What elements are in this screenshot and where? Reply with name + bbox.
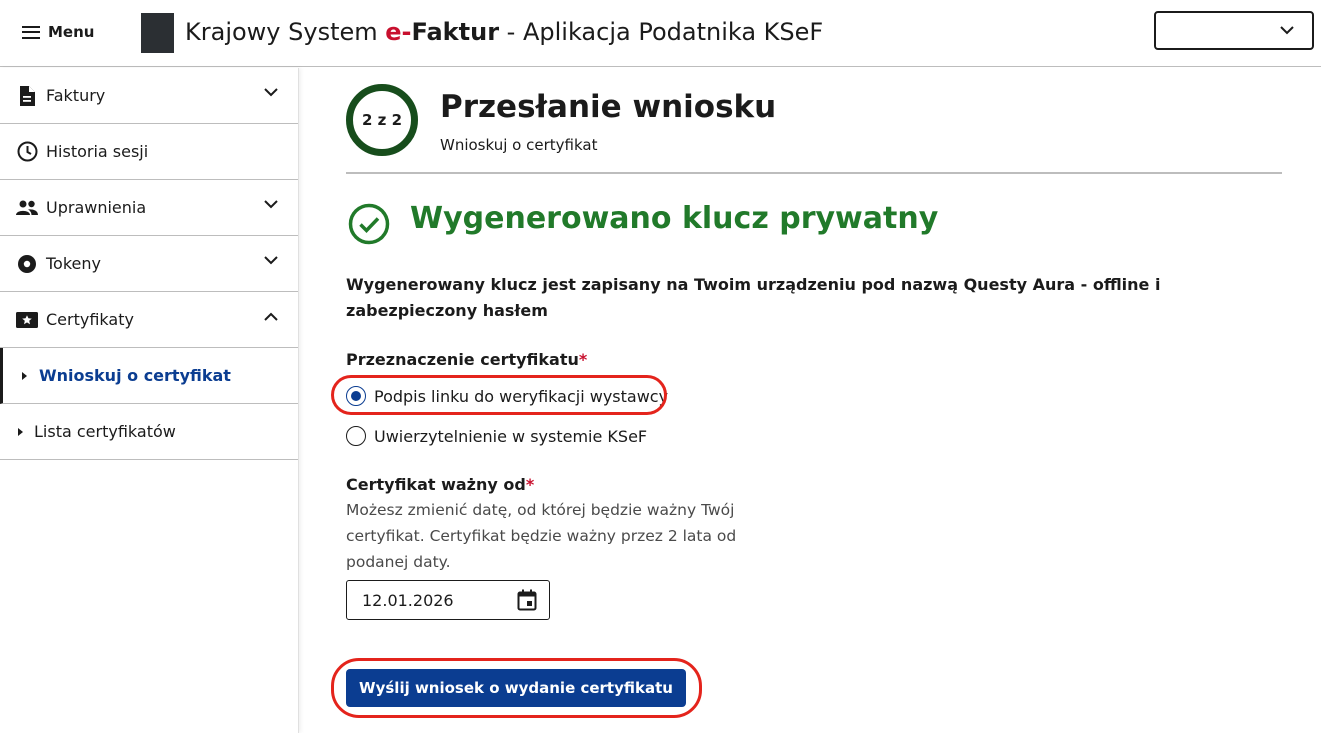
radio-label: Podpis linku do weryfikacji wystawcy [374, 386, 669, 406]
chevron-down-icon [264, 256, 278, 265]
app-title-brand-e: e- [385, 18, 412, 46]
valid-from-hint: Możesz zmienić datę, od której będzie wa… [346, 501, 737, 571]
submit-certificate-request-button[interactable]: Wyślij wniosek o wydanie certyfikatu [346, 669, 686, 707]
sidebar-item-faktury[interactable]: Faktury [0, 68, 298, 124]
page-subtitle: Wnioskuj o certyfikat [440, 136, 598, 154]
radio-label: Uwierzytelnienie w systemie KSeF [374, 426, 648, 446]
calendar-icon[interactable] [517, 589, 537, 611]
sidebar-subitem-lista-certyfikatow[interactable]: Lista certyfikatów [0, 404, 298, 460]
chevron-down-icon [264, 88, 278, 97]
sidebar-item-label: Uprawnienia [46, 198, 147, 217]
certificate-icon [16, 309, 38, 331]
sidebar-item-label: Tokeny [46, 254, 101, 273]
purpose-label: Przeznaczenie certyfikatu* [346, 350, 587, 369]
context-select[interactable] [1154, 11, 1314, 50]
chevron-down-icon [1280, 26, 1294, 35]
sidebar-item-label: Historia sesji [46, 142, 149, 161]
logo [141, 13, 174, 53]
purpose-label-text: Przeznaczenie certyfikatu [346, 350, 579, 369]
info-text: Wygenerowany klucz jest zapisany na Twoi… [346, 275, 1161, 320]
app-header: Menu Krajowy System e-Faktur - Aplikacja… [0, 0, 1321, 67]
disc-icon [16, 253, 38, 275]
people-icon [16, 197, 38, 219]
app-title-prefix: Krajowy System [185, 18, 386, 46]
purpose-option-signature[interactable]: Podpis linku do weryfikacji wystawcy [346, 385, 668, 407]
sidebar-subitem-label: Wnioskuj o certyfikat [39, 366, 231, 385]
clock-icon [16, 141, 38, 163]
divider [346, 172, 1282, 174]
radio-button[interactable] [346, 386, 366, 406]
app-title-brand-rest: Faktur [411, 18, 500, 46]
valid-from-label: Certyfikat ważny od* [346, 475, 534, 494]
valid-from-label-text: Certyfikat ważny od [346, 475, 526, 494]
sidebar: Faktury Historia sesji Uprawnienia Token… [0, 68, 299, 733]
chevron-up-icon [264, 312, 278, 321]
triangle-right-icon [18, 427, 23, 436]
sidebar-subitem-wnioskuj-o-certyfikat[interactable]: Wnioskuj o certyfikat [0, 348, 298, 404]
check-circle-icon [348, 203, 390, 245]
menu-label: Menu [48, 23, 95, 41]
sidebar-subitem-label: Lista certyfikatów [34, 422, 176, 441]
sidebar-item-label: Faktury [46, 86, 106, 105]
app-title-suffix: - Aplikacja Podatnika KSeF [499, 18, 824, 46]
date-input-value: 12.01.2026 [362, 591, 454, 610]
sidebar-item-tokeny[interactable]: Tokeny [0, 236, 298, 292]
document-icon [16, 85, 38, 107]
purpose-option-authentication[interactable]: Uwierzytelnienie w systemie KSeF [346, 425, 647, 447]
sidebar-item-certyfikaty[interactable]: Certyfikaty [0, 292, 298, 348]
sidebar-item-label: Certyfikaty [46, 310, 134, 329]
required-mark: * [525, 475, 535, 494]
required-mark: * [578, 350, 588, 369]
sidebar-item-historia-sesji[interactable]: Historia sesji [0, 124, 298, 180]
triangle-right-icon [22, 371, 27, 380]
chevron-down-icon [264, 200, 278, 209]
page-title: Przesłanie wniosku [440, 89, 777, 125]
radio-button[interactable] [346, 426, 366, 446]
app-title: Krajowy System e-Faktur - Aplikacja Poda… [185, 16, 823, 48]
step-indicator: 2 z 2 [346, 84, 418, 156]
menu-button[interactable]: Menu [22, 20, 94, 44]
success-title: Wygenerowano klucz prywatny [410, 201, 939, 236]
sidebar-item-uprawnienia[interactable]: Uprawnienia [0, 180, 298, 236]
hamburger-icon [22, 25, 40, 39]
step-indicator-text: 2 z 2 [361, 111, 403, 129]
valid-from-date-input[interactable]: 12.01.2026 [346, 580, 550, 620]
